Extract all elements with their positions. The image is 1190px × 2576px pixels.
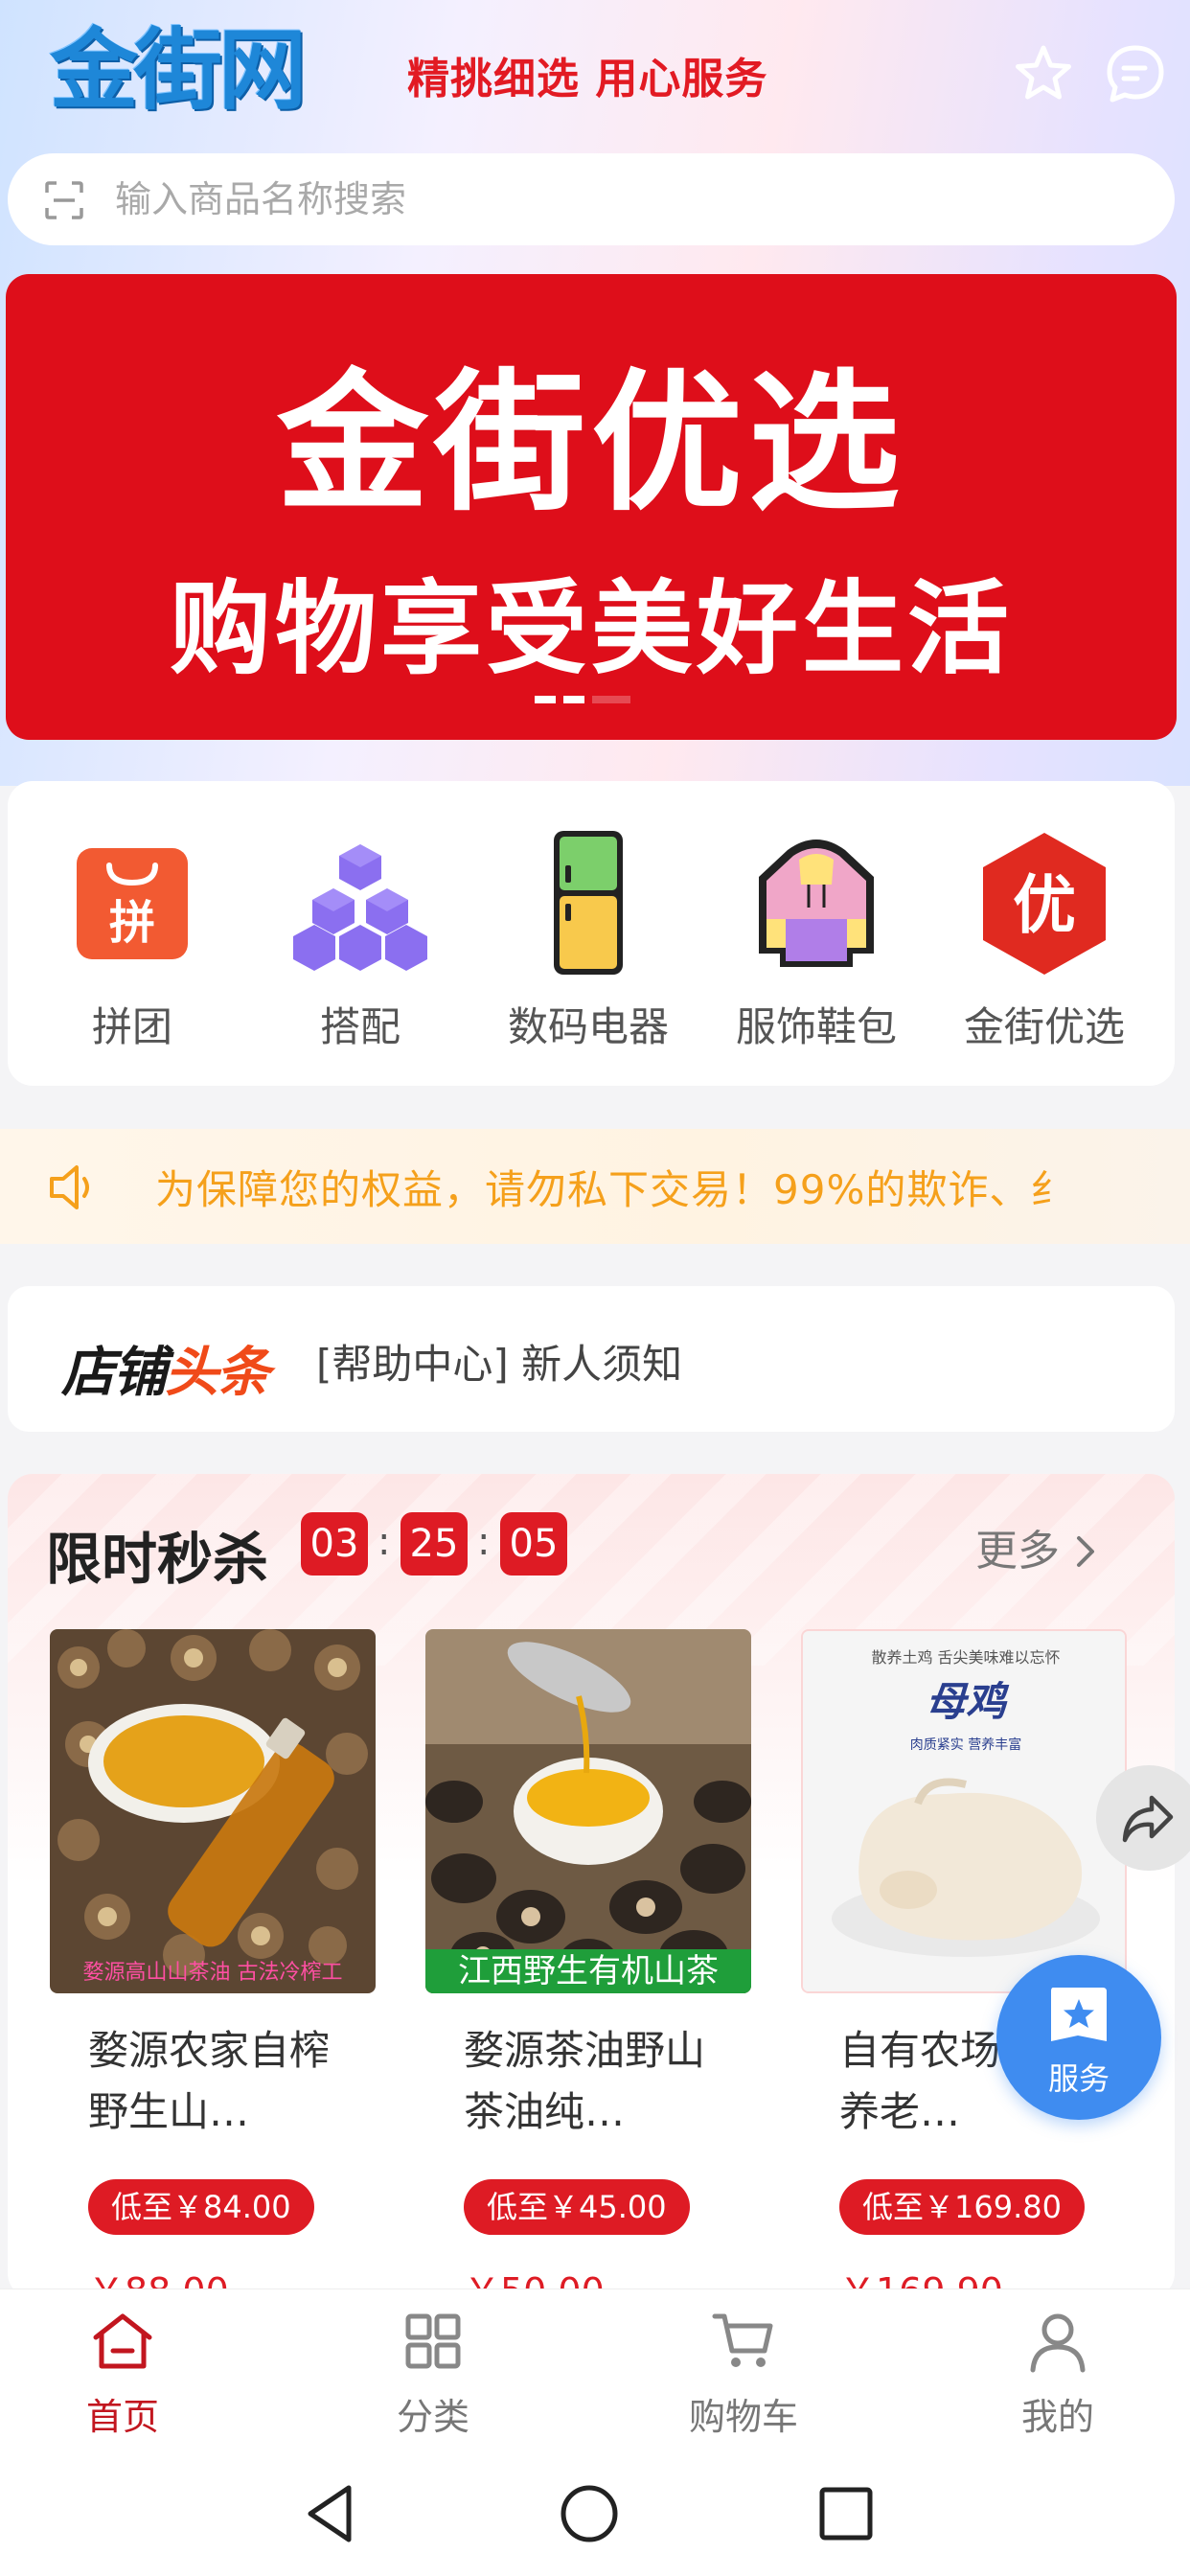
banner-dot-active: [535, 696, 556, 703]
category-label: 搭配: [319, 1003, 400, 1050]
product-price: 低至￥84.00: [88, 2179, 314, 2235]
headline-text[interactable]: [帮助中心] 新人须知: [316, 1332, 682, 1391]
grid-icon: [405, 2313, 461, 2369]
product-image-caption: 江西野生有机山茶: [425, 1949, 751, 1993]
chat-bubble-icon[interactable]: [1104, 42, 1167, 105]
search-bar[interactable]: [8, 153, 1175, 245]
headline-logo-part: 店铺: [61, 1342, 167, 1404]
flash-sale-title: 限时秒杀: [46, 1527, 269, 1592]
countdown-minutes: 25: [400, 1512, 468, 1576]
service-label: 服务: [1047, 2060, 1110, 2097]
product-image[interactable]: 婺源高山山茶油 古法冷榨工: [50, 1629, 376, 1993]
fridge-icon: [554, 831, 623, 975]
flash-sale-section: 限时秒杀 03 : 25 : 05 更多 婺源高山山茶油 古法冷榨工 婺源农家自…: [8, 1474, 1175, 2298]
category-label: 服饰鞋包: [735, 1003, 897, 1050]
banner-subtitle: 购物享受美好生活: [170, 570, 1013, 688]
product-name[interactable]: 婺源茶油野山茶油纯…: [464, 2020, 732, 2143]
home-icon: [93, 2313, 152, 2369]
category-label: 数码电器: [507, 1003, 669, 1050]
customer-service-button[interactable]: 服务: [996, 1955, 1161, 2120]
service-icon: [1051, 1988, 1107, 2041]
category-label: 金街优选: [963, 1003, 1125, 1050]
tab-label: 分类: [396, 2396, 469, 2438]
category-label: 拼团: [91, 1003, 172, 1050]
product-image[interactable]: 江西野生有机山茶: [425, 1629, 751, 1993]
back-icon[interactable]: [297, 2480, 364, 2547]
product-name[interactable]: 婺源农家自榨野生山…: [88, 2020, 356, 2143]
more-label: 更多: [975, 1527, 1060, 1576]
tab-home[interactable]: 首页: [36, 2309, 209, 2443]
tab-label: 我的: [1020, 2396, 1094, 2438]
product-image-caption: 婺源高山山茶油 古法冷榨工: [82, 1961, 343, 1984]
category-nav: 拼 拼团 搭配 数码电器 服饰鞋包 优 金街优选: [8, 781, 1175, 1086]
tab-profile[interactable]: 我的: [972, 2309, 1144, 2443]
product-card[interactable]: 江西野生有机山茶 婺源茶油野山茶油纯… 低至￥45.00 ￥50.00: [425, 1629, 751, 2298]
tab-cart[interactable]: 购物车: [657, 2309, 830, 2443]
tab-label: 购物车: [688, 2396, 798, 2438]
group-buy-icon: 拼: [77, 848, 188, 959]
headline-logo-part: 头条: [165, 1342, 270, 1404]
product-card[interactable]: 婺源高山山茶油 古法冷榨工 婺源农家自榨野生山… 低至￥84.00 ￥88.00: [50, 1629, 376, 2298]
shop-headline[interactable]: 店铺头条 [帮助中心] 新人须知: [8, 1286, 1175, 1432]
cubes-icon: [293, 844, 427, 971]
recent-apps-icon[interactable]: [812, 2480, 880, 2547]
category-item-digital[interactable]: 数码电器: [483, 827, 694, 1050]
banner-dot-active: [563, 696, 584, 703]
more-link[interactable]: 更多: [975, 1516, 1098, 1577]
category-item-match[interactable]: 搭配: [255, 827, 466, 1050]
app-logo[interactable]: 金街网: [50, 21, 347, 121]
countdown-seconds: 05: [500, 1512, 567, 1576]
you-badge-icon: 优: [983, 833, 1106, 975]
system-navigation-bar: [0, 2451, 1190, 2576]
home-circle-icon[interactable]: [556, 2480, 623, 2547]
product-image-top-text: 散养土鸡 舌尖美味难以忘怀: [871, 1648, 1061, 1667]
speaker-icon: [50, 1165, 89, 1209]
banner-dot: [592, 696, 630, 703]
share-arrow-icon: [1122, 1795, 1174, 1843]
product-price: 低至￥169.80: [839, 2179, 1085, 2235]
star-icon[interactable]: [1012, 42, 1075, 105]
countdown-hours: 03: [301, 1512, 368, 1576]
promo-banner[interactable]: 金街优选 购物享受美好生活: [6, 274, 1177, 740]
chevron-right-icon: [1077, 1536, 1094, 1567]
svg-text:拼: 拼: [109, 896, 155, 950]
product-image-caption: 母鸡: [925, 1678, 1006, 1725]
headline-logo: 店铺头条: [61, 1329, 270, 1407]
banner-title: 金街优选: [277, 356, 905, 532]
countdown-separator: :: [477, 1520, 491, 1564]
bottom-tab-bar: 首页 分类 购物车 我的: [0, 2288, 1190, 2451]
category-item-selection[interactable]: 优 金街优选: [939, 827, 1150, 1050]
user-icon: [1030, 2313, 1086, 2373]
slogan: 精挑细选 用心服务: [407, 55, 768, 104]
scan-icon[interactable]: [44, 180, 84, 220]
hoodie-icon: [759, 840, 874, 967]
category-item-group-buy[interactable]: 拼 拼团: [27, 827, 238, 1050]
product-image-sub-text: 肉质紧实 营养丰富: [909, 1737, 1022, 1753]
tab-label: 首页: [85, 2396, 159, 2438]
category-item-apparel[interactable]: 服饰鞋包: [711, 827, 922, 1050]
product-price: 低至￥45.00: [464, 2179, 690, 2235]
product-image[interactable]: 散养土鸡 舌尖美味难以忘怀 母鸡 肉质紧实 营养丰富: [801, 1629, 1127, 1993]
svg-text:优: 优: [1013, 868, 1076, 942]
app-header: 金街网 精挑细选 用心服务: [0, 0, 1190, 144]
cart-icon: [712, 2313, 773, 2367]
search-input[interactable]: [115, 171, 1131, 228]
notice-bar[interactable]: 为保障您的权益，请勿私下交易！99%的欺诈、纟: [0, 1129, 1190, 1244]
notice-text: 为保障您的权益，请勿私下交易！99%的欺诈、纟: [155, 1166, 1072, 1213]
tab-category[interactable]: 分类: [347, 2309, 519, 2443]
countdown-separator: :: [378, 1520, 391, 1564]
